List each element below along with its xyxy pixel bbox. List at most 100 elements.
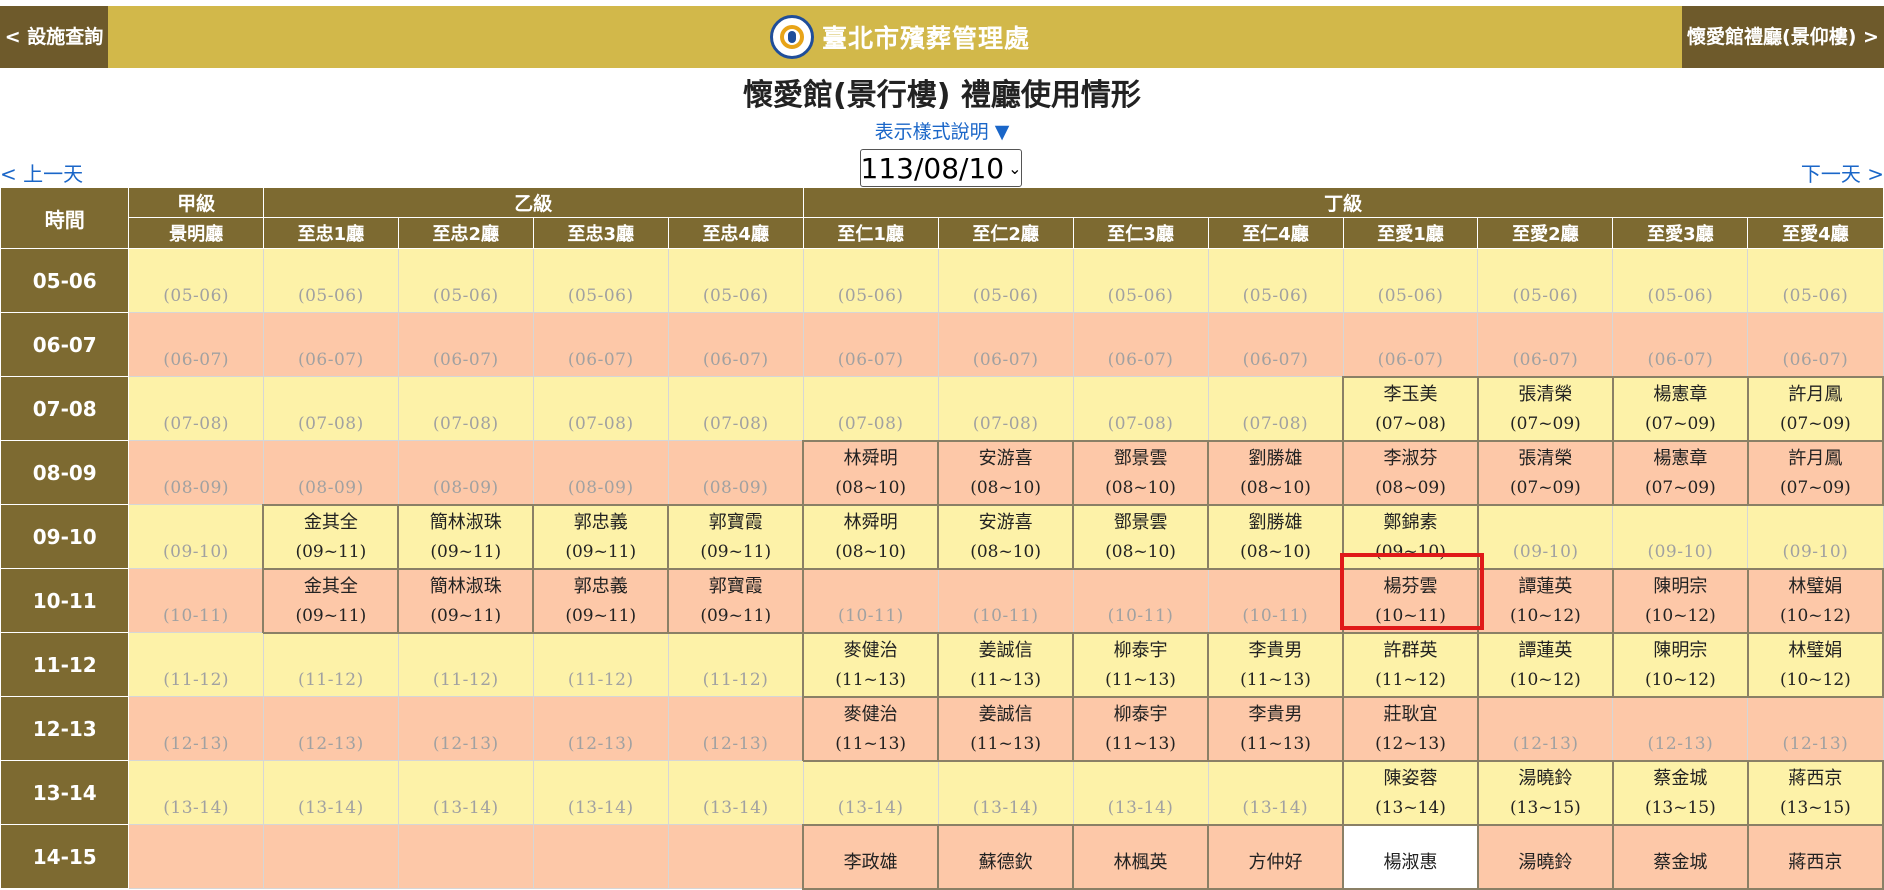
booking-cell[interactable]: 譚蓮英 (10~12) (1476, 631, 1614, 698)
vacant-slot-time: (12-13) (1647, 733, 1714, 754)
booking-time-range: (11~12) (1375, 669, 1446, 690)
vacant-slot: (06-07) (128, 312, 264, 377)
booking-cell[interactable]: 譚蓮英 (10~12) (1476, 567, 1614, 634)
date-select[interactable]: 113/08/10 ⌄ (860, 149, 1022, 187)
booking-cell[interactable]: 柳泰宇 (11~13) (1072, 631, 1210, 698)
back-to-facility-search-link[interactable]: < 設施查詢 (0, 6, 108, 68)
booking-cell[interactable]: 蘇德欽 (937, 823, 1075, 890)
booking-cell[interactable]: 許月鳳 (07~09) (1746, 375, 1884, 442)
booking-cell[interactable]: 姜誠信 (11~13) (937, 631, 1075, 698)
vacant-slot: (10-11) (1072, 568, 1209, 633)
booking-cell[interactable]: 李淑芬 (08~09) (1342, 439, 1479, 506)
booking-cell[interactable]: 楊憲章 (07~09) (1611, 439, 1749, 506)
time-slot-row: 05-06 (05-06) (05-06) (05-06) (05-06) (05-06)… (0, 248, 1884, 313)
booking-cell[interactable]: 張清榮 (07~09) (1476, 375, 1614, 442)
vacant-slot: (10-11) (1207, 568, 1344, 633)
vacant-slot: (09-10) (1612, 504, 1749, 569)
booking-cell[interactable]: 楊淑惠 (1342, 823, 1479, 890)
booking-cell[interactable]: 劉勝雄 (08~10) (1207, 439, 1344, 506)
booking-time-range: (10~12) (1644, 605, 1716, 626)
booking-cell[interactable]: 鄧景雲 (08~10) (1072, 503, 1210, 570)
booking-cell[interactable]: 張清榮 (07~09) (1476, 439, 1614, 506)
booking-cell[interactable]: 安游喜 (08~10) (937, 503, 1075, 570)
booking-cell[interactable]: 李貴男 (11~13) (1207, 631, 1344, 698)
deceased-name: 林璧娟 (1788, 639, 1843, 661)
vacant-slot-time: (06-07) (1647, 349, 1714, 370)
hall-header: 至忠1廳 (262, 217, 399, 249)
booking-cell[interactable]: 許月鳳 (07~09) (1746, 439, 1884, 506)
vacant-slot-time: (12-13) (163, 734, 230, 754)
booking-cell[interactable]: 蔣西京 (13~15) (1746, 759, 1884, 826)
vacant-slot-time (534, 882, 668, 888)
deceased-name: 李淑芬 (1383, 447, 1438, 469)
vacant-slot-time: (12-13) (297, 734, 364, 754)
booking-cell[interactable]: 陳明宗 (10~12) (1611, 631, 1749, 698)
booking-cell[interactable]: 楊芬雲 (10~11) (1342, 567, 1479, 634)
booking-cell[interactable]: 柳泰宇 (11~13) (1072, 695, 1210, 762)
booking-cell[interactable]: 麥健治 (11~13) (802, 631, 940, 698)
vacant-slot: (08-09) (532, 440, 669, 505)
booking-cell[interactable]: 金其全 (09~11) (262, 503, 400, 570)
booking-cell[interactable]: 莊耿宜 (12~13) (1342, 695, 1479, 762)
booking-time-range: (10~11) (1375, 605, 1446, 626)
legend-toggle-link[interactable]: 表示樣式說明 ▼ (0, 117, 1884, 144)
booking-cell[interactable]: 簡林淑珠 (09~11) (397, 503, 535, 570)
hall-header: 至愛1廳 (1342, 217, 1479, 249)
vacant-slot-time: (09-10) (163, 542, 229, 562)
chevron-down-icon: ⌄ (1008, 158, 1022, 178)
booking-cell[interactable]: 林舜明 (08~10) (802, 503, 940, 570)
booking-cell[interactable]: 郭寶霞 (09~11) (667, 503, 805, 570)
vacant-slot: (05-06) (1612, 248, 1749, 313)
booking-cell[interactable]: 簡林淑珠 (09~11) (397, 567, 535, 634)
booking-cell[interactable]: 陳姿蓉 (13~14) (1342, 759, 1479, 826)
booking-cell[interactable]: 李玉美 (07~08) (1342, 375, 1479, 442)
deceased-name: 湯曉鈴 (1518, 851, 1573, 873)
vacant-slot: (08-09) (262, 440, 399, 505)
hall-header: 至仁4廳 (1207, 217, 1344, 249)
next-venue-link[interactable]: 懷愛館禮廳(景仰樓) > (1682, 6, 1884, 68)
booking-cell[interactable]: 李貴男 (11~13) (1207, 695, 1344, 762)
vacant-slot-time: (13-14) (432, 798, 499, 818)
next-day-link[interactable]: 下一天 > (1801, 158, 1884, 187)
vacant-slot-time: (05-06) (432, 286, 499, 306)
booking-cell[interactable]: 鄧景雲 (08~10) (1072, 439, 1210, 506)
booking-cell[interactable]: 蔣西京 (1746, 823, 1884, 890)
booking-cell[interactable]: 許群英 (11~12) (1342, 631, 1479, 698)
booking-cell[interactable]: 楊憲章 (07~09) (1611, 375, 1749, 442)
booking-time-range: (09~11) (295, 541, 367, 562)
deceased-name: 陳明宗 (1653, 575, 1708, 597)
booking-cell[interactable]: 麥健治 (11~13) (802, 695, 940, 762)
vacant-slot (262, 824, 399, 889)
deceased-name: 許月鳳 (1788, 383, 1843, 405)
vacant-slot: (13-14) (1072, 760, 1209, 825)
vacant-slot-time: (05-06) (1647, 286, 1714, 306)
booking-cell[interactable]: 方仲好 (1207, 823, 1344, 890)
vacant-slot-time: (13-14) (297, 798, 364, 818)
booking-cell[interactable]: 林舜明 (08~10) (802, 439, 940, 506)
booking-cell[interactable]: 姜誠信 (11~13) (937, 695, 1075, 762)
booking-cell[interactable]: 金其全 (09~11) (262, 567, 400, 634)
time-slot-row: 08-09 (08-09) (08-09) (08-09) (08-09) (08-09)… (0, 439, 1884, 506)
booking-cell[interactable]: 李政雄 (802, 823, 940, 890)
vacant-slot-time: (09-10) (1782, 541, 1849, 562)
booking-cell[interactable]: 湯曉鈴 (13~15) (1476, 759, 1614, 826)
booking-cell[interactable]: 蔡金城 (1611, 823, 1749, 890)
vacant-slot: (08-09) (397, 440, 534, 505)
time-column-header: 時間 (0, 187, 130, 249)
booking-cell[interactable]: 林璧娟 (10~12) (1746, 567, 1884, 634)
booking-cell[interactable]: 郭寶霞 (09~11) (667, 567, 805, 634)
booking-cell[interactable]: 劉勝雄 (08~10) (1207, 503, 1344, 570)
booking-cell[interactable]: 郭忠義 (09~11) (532, 567, 670, 634)
booking-cell[interactable]: 蔡金城 (13~15) (1611, 759, 1749, 826)
booking-time-range (1074, 882, 1207, 888)
booking-cell[interactable]: 郭忠義 (09~11) (532, 503, 670, 570)
booking-cell[interactable]: 林璧娟 (10~12) (1746, 631, 1884, 698)
booking-cell[interactable]: 安游喜 (08~10) (937, 439, 1075, 506)
vacant-slot: (06-07) (1207, 312, 1344, 377)
booking-cell[interactable]: 林楓英 (1072, 823, 1210, 890)
booking-cell[interactable]: 陳明宗 (10~12) (1611, 567, 1749, 634)
booking-cell[interactable]: 湯曉鈴 (1476, 823, 1614, 890)
booking-cell[interactable]: 鄭錦素 (09~10) (1342, 503, 1479, 570)
prev-day-link[interactable]: < 上一天 (0, 158, 83, 187)
time-label: 14-15 (0, 824, 130, 889)
